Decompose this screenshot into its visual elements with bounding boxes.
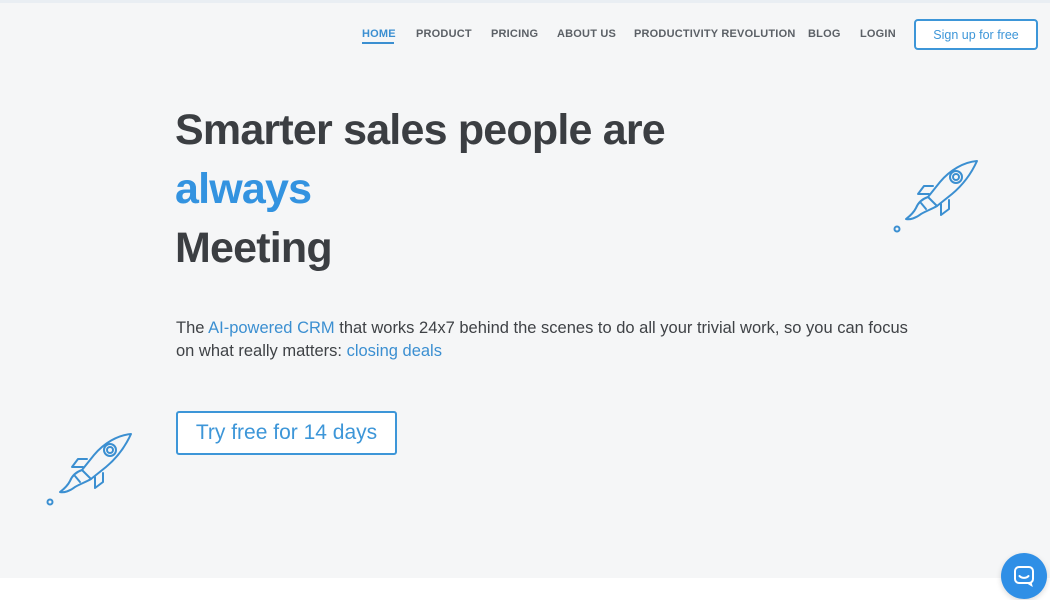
hero-subtext: The AI-powered CRM that works 24x7 behin…: [176, 317, 916, 363]
signup-button[interactable]: Sign up for free: [914, 19, 1038, 50]
main-nav: HOME PRODUCT PRICING ABOUT US PRODUCTIVI…: [0, 3, 1050, 67]
headline-line3: Meeting: [175, 224, 333, 272]
rocket-icon: [46, 433, 132, 506]
try-free-button[interactable]: Try free for 14 days: [176, 411, 397, 455]
footer-strip: [0, 578, 1050, 600]
hero-section: HOME PRODUCT PRICING ABOUT US PRODUCTIVI…: [0, 3, 1050, 578]
rocket-icon: [893, 160, 978, 233]
closing-deals-link[interactable]: closing deals: [347, 342, 442, 360]
subtext-prefix: The: [176, 319, 209, 337]
nav-home[interactable]: HOME: [362, 28, 396, 40]
nav-blog[interactable]: BLOG: [808, 28, 841, 40]
active-underline: [362, 42, 394, 44]
nav-product[interactable]: PRODUCT: [416, 28, 472, 40]
ai-crm-link[interactable]: AI-powered CRM: [208, 319, 335, 337]
nav-pricing[interactable]: PRICING: [491, 28, 538, 40]
headline-line1: Smarter sales people are: [175, 106, 666, 154]
nav-login[interactable]: LOGIN: [860, 28, 896, 40]
nav-productivity-revolution[interactable]: PRODUCTIVITY REVOLUTION: [634, 28, 795, 40]
nav-about-us[interactable]: ABOUT US: [557, 28, 616, 40]
chat-launcher-button[interactable]: [1001, 553, 1047, 599]
headline-line2: always: [175, 165, 312, 213]
chat-icon: [1014, 566, 1034, 587]
